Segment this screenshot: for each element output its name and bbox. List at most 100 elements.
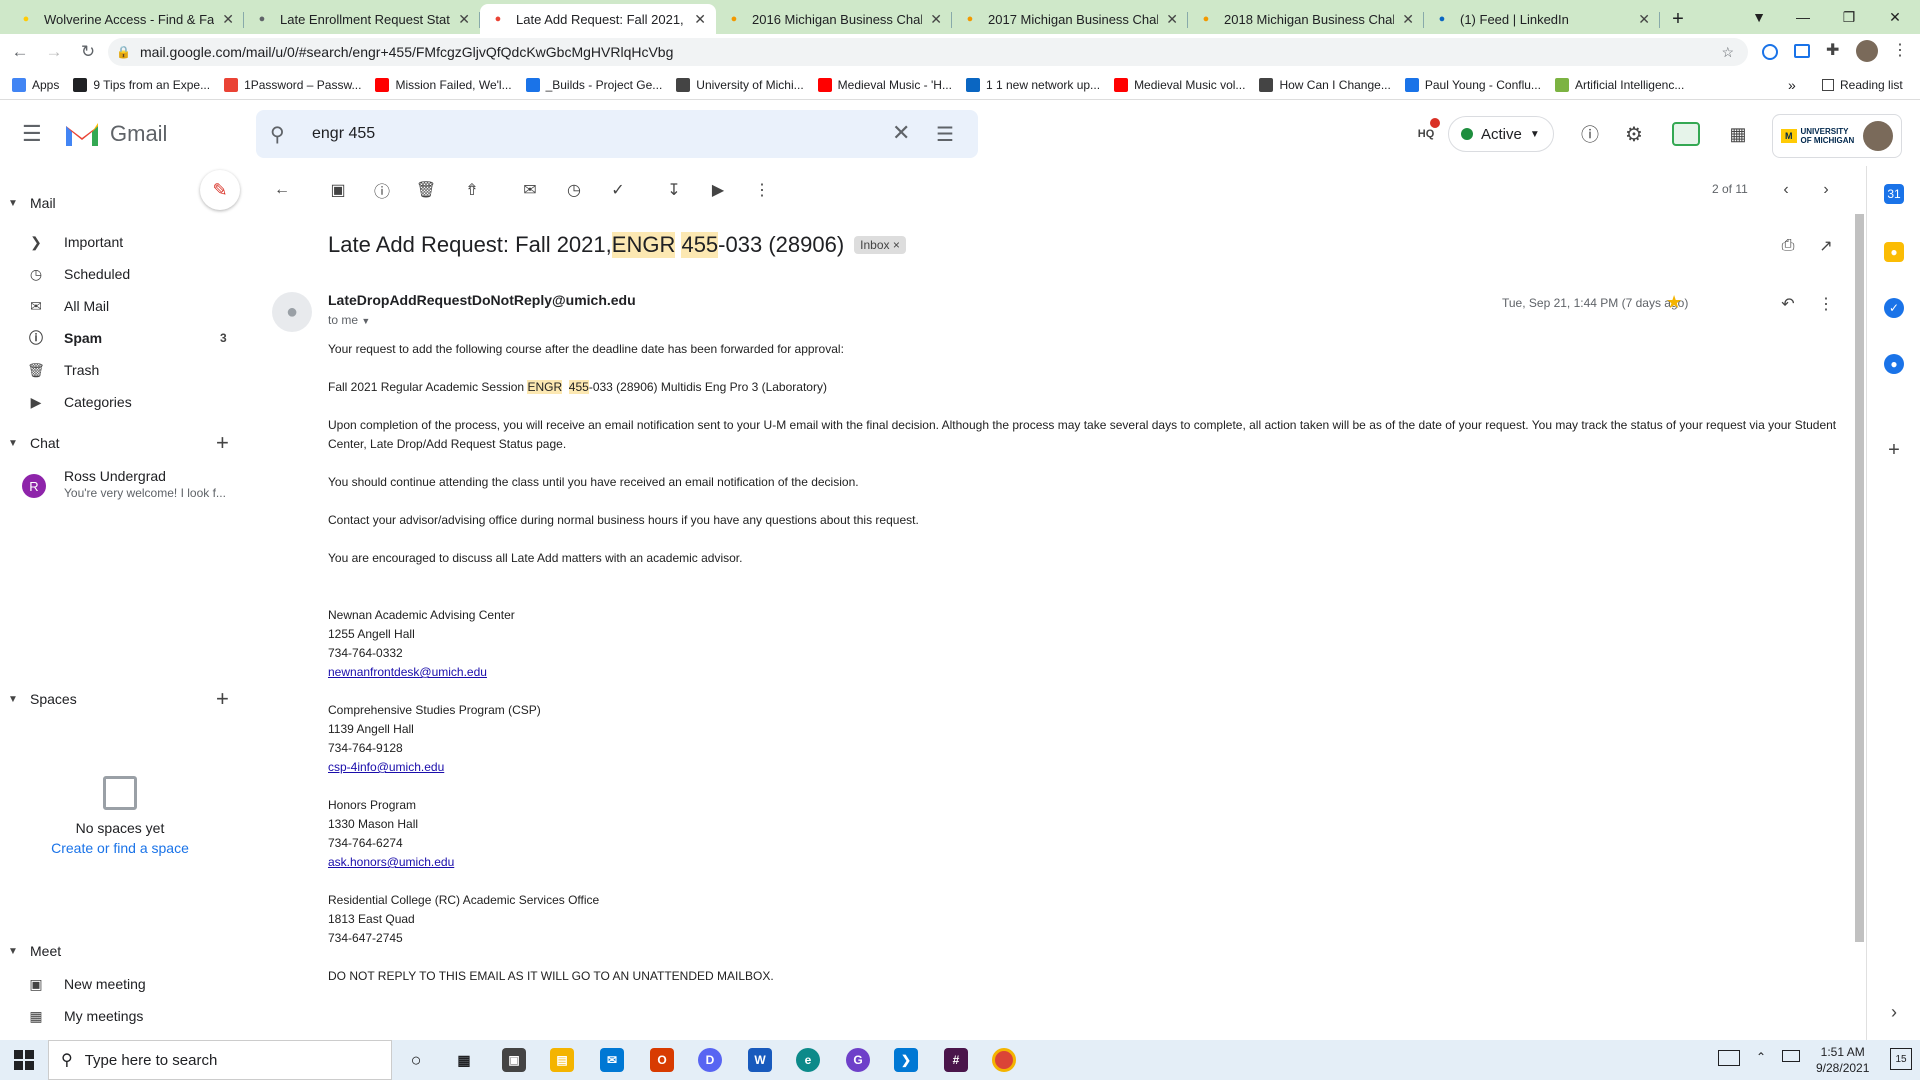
office-icon[interactable]: O [650, 1048, 674, 1072]
vscode-icon[interactable]: ❯ [894, 1048, 918, 1072]
browser-tab[interactable]: ● 2018 Michigan Business Challen ✕ [1188, 4, 1424, 34]
discord-icon[interactable]: D [698, 1048, 722, 1072]
move-to-icon[interactable]: ↧ [662, 178, 686, 202]
bookmark-item[interactable]: How Can I Change... [1259, 77, 1391, 92]
recipient-toggle[interactable]: to me ▼ [328, 313, 370, 327]
search-bar[interactable]: ⚲ engr 455 ✕ ☰ [256, 110, 978, 158]
bookmark-item[interactable]: _Builds - Project Ge... [525, 77, 662, 92]
browser-tab[interactable]: ● Late Add Request: Fall 2021, ENG ✕ [480, 4, 716, 34]
search-input[interactable]: engr 455 [312, 125, 375, 143]
battery-icon[interactable] [1782, 1050, 1800, 1062]
newer-icon[interactable]: ‹ [1774, 178, 1798, 202]
sidebar-item-spam[interactable]: ⓘ Spam 3 [0, 322, 256, 354]
close-tab-icon[interactable]: ✕ [458, 11, 470, 28]
main-menu-icon[interactable]: ☰ [22, 122, 46, 146]
taskbar-clock[interactable]: 1:51 AM 9/28/2021 [1816, 1044, 1869, 1076]
restore-icon[interactable]: ❐ [1826, 0, 1872, 34]
advisor-extension-icon[interactable] [1668, 102, 1704, 166]
archive-icon[interactable]: ▣ [326, 178, 350, 202]
store-icon[interactable]: ▣ [502, 1048, 526, 1072]
more-options-icon[interactable]: ⋮ [750, 178, 774, 202]
expand-panel-icon[interactable]: › [1884, 1002, 1904, 1022]
compose-button[interactable]: ✎ [200, 170, 240, 210]
tasks-app-icon[interactable]: ✓ [1884, 298, 1904, 318]
bookmark-star-icon[interactable]: ☆ [1721, 44, 1734, 61]
browser-tab[interactable]: ● (1) Feed | LinkedIn ✕ [1424, 4, 1660, 34]
reading-list[interactable]: Reading list [1822, 78, 1903, 92]
apps-grid-icon[interactable]: ▦ [1722, 102, 1754, 166]
star-icon[interactable]: ★ [1666, 292, 1682, 313]
bookmark-item[interactable]: Mission Failed, We'l... [375, 77, 512, 92]
open-new-window-icon[interactable]: ↗ [1814, 234, 1838, 258]
slack-icon[interactable]: # [944, 1048, 968, 1072]
forward-icon[interactable]: → [40, 38, 68, 66]
task-view-icon[interactable]: ▦ [452, 1048, 476, 1072]
notifications-icon[interactable]: 15 [1890, 1048, 1912, 1070]
inbox-label-chip[interactable]: Inbox × [854, 236, 906, 254]
close-tab-icon[interactable]: ✕ [222, 11, 234, 28]
meet-section-header[interactable]: ▼ Meet [0, 936, 256, 966]
spaces-section-header[interactable]: ▼ Spaces + [0, 684, 256, 714]
bookmark-item[interactable]: 1 1 new network up... [965, 77, 1100, 92]
sidebar-item-categories[interactable]: ▶ Categories [0, 386, 256, 418]
screencast-icon[interactable] [1794, 44, 1810, 58]
office-email-link[interactable]: csp-4info@umich.edu [328, 760, 444, 774]
taskbar-search[interactable]: ⚲ Type here to search [48, 1040, 392, 1080]
cortana-icon[interactable]: ○ [404, 1048, 428, 1072]
bookmark-item[interactable]: Medieval Music vol... [1114, 77, 1245, 92]
snooze-icon[interactable]: ◷ [562, 178, 586, 202]
clear-search-icon[interactable]: ✕ [892, 120, 910, 146]
gmail-logo[interactable]: Gmail [64, 120, 167, 148]
search-icon[interactable]: ⚲ [270, 122, 285, 147]
tab-search-icon[interactable]: ▼ [1736, 0, 1782, 34]
browser-tab[interactable]: ● Wolverine Access - Find & Favor ✕ [8, 4, 244, 34]
bookmark-item[interactable]: Paul Young - Conflu... [1404, 77, 1541, 92]
move-to-inbox-icon[interactable]: ⇮ [460, 178, 484, 202]
chrome-icon[interactable] [992, 1048, 1016, 1072]
edge-icon[interactable]: e [796, 1048, 820, 1072]
sidebar-item-important[interactable]: ❯ Important [0, 226, 256, 258]
sidebar-item-scheduled[interactable]: ◷ Scheduled [0, 258, 256, 290]
close-tab-icon[interactable]: ✕ [1402, 11, 1414, 28]
new-tab-button[interactable]: + [1660, 4, 1696, 34]
chat-item[interactable]: R Ross Undergrad You're very welcome! I … [22, 466, 252, 506]
label-icon[interactable]: ▶ [706, 178, 730, 202]
close-tab-icon[interactable]: ✕ [1638, 11, 1650, 28]
keyboard-icon[interactable] [1718, 1050, 1740, 1066]
help-icon[interactable]: ⓘ [1574, 102, 1606, 166]
url-bar[interactable]: 🔒 mail.google.com/mail/u/0/#search/engr+… [108, 38, 1748, 66]
my-meetings-item[interactable]: ▦ My meetings [0, 1000, 256, 1032]
back-to-search-icon[interactable]: ← [270, 178, 294, 202]
browser-tab[interactable]: ● Late Enrollment Request Status ✕ [244, 4, 480, 34]
chat-section-header[interactable]: ▼ Chat + [0, 428, 256, 458]
bookmark-item[interactable]: University of Michi... [676, 77, 804, 92]
bookmark-item[interactable]: 9 Tips from an Expe... [73, 77, 210, 92]
account-badge[interactable]: M UNIVERSITY OF MICHIGAN [1772, 114, 1902, 158]
extensions-puzzle-icon[interactable]: ✚ [1826, 40, 1839, 60]
back-icon[interactable]: ← [6, 38, 34, 66]
more-bookmarks-icon[interactable]: » [1788, 77, 1796, 93]
create-space-link[interactable]: Create or find a space [20, 840, 220, 856]
show-hidden-icons[interactable]: ⌃ [1756, 1050, 1766, 1064]
settings-gear-icon[interactable]: ⚙ [1618, 102, 1650, 166]
mail-app-icon[interactable]: ✉ [600, 1048, 624, 1072]
status-dropdown[interactable]: Active ▼ [1448, 116, 1554, 152]
clockify-hq-icon[interactable]: HQ [1410, 102, 1442, 166]
more-message-options-icon[interactable]: ⋮ [1814, 292, 1838, 316]
mark-unread-icon[interactable]: ✉ [518, 178, 542, 202]
bookmark-item[interactable]: Apps [12, 77, 59, 92]
extension-icon[interactable] [1762, 44, 1778, 60]
bookmark-item[interactable]: Medieval Music - 'H... [817, 77, 952, 92]
reply-icon[interactable]: ↶ [1776, 292, 1800, 316]
calendar-app-icon[interactable]: 31 [1884, 184, 1904, 204]
add-space-icon[interactable]: + [216, 686, 229, 712]
sidebar-item-trash[interactable]: 🗑 Trash [0, 354, 256, 386]
report-spam-icon[interactable]: ⓘ [370, 178, 394, 202]
sidebar-item-all-mail[interactable]: ✉ All Mail [0, 290, 256, 322]
get-addons-icon[interactable]: + [1884, 439, 1904, 461]
office-email-link[interactable]: ask.honors@umich.edu [328, 855, 454, 869]
contacts-app-icon[interactable]: ● [1884, 354, 1904, 374]
minimize-icon[interactable]: — [1780, 0, 1826, 34]
remove-label-icon[interactable]: × [893, 238, 900, 252]
search-options-icon[interactable]: ☰ [936, 122, 954, 147]
